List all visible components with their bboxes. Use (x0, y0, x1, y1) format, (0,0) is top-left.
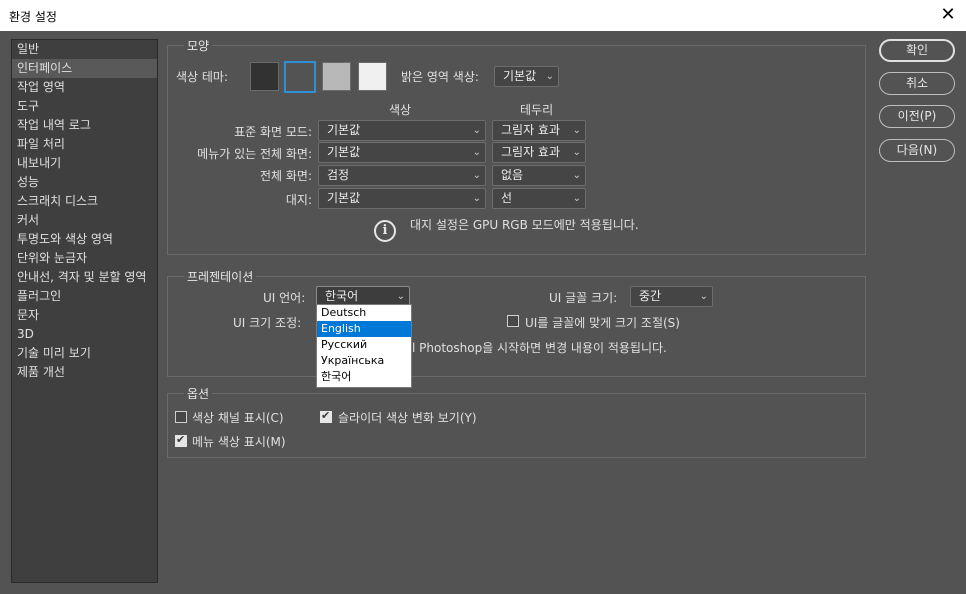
cancel-button[interactable]: 취소 (879, 72, 955, 95)
title-bar: 환경 설정 ✕ (0, 0, 966, 31)
highlight-color-select[interactable]: 기본값 ⌄ (494, 66, 559, 87)
sidebar-item[interactable]: 3D (12, 325, 157, 344)
fullscreen-menu-color-select[interactable]: 기본값 ⌄ (318, 142, 486, 163)
screen-mode-label: 표준 화면 모드: (234, 125, 312, 139)
category-list: 일반 인터페이스 작업 영역 도구 작업 내역 로그 파일 처리 내보내기 성능 스크래치 디스… (11, 39, 158, 583)
sidebar-item[interactable]: 제품 개선 (12, 363, 157, 382)
highlight-color-label: 밝은 영역 색상: (401, 70, 479, 84)
ui-language-dropdown-list: Deutsch English Русский Українська 한국어 (316, 304, 412, 388)
chevron-down-icon: ⌄ (472, 170, 481, 181)
artboard-label: 대지: (285, 193, 312, 207)
chevron-down-icon: ⌄ (472, 193, 481, 204)
ui-font-size-value: 중간 (639, 289, 662, 303)
theme-swatch-lightest[interactable] (358, 62, 387, 91)
ui-language-option[interactable]: 한국어 (317, 369, 411, 385)
sidebar-item[interactable]: 인터페이스 (12, 59, 157, 78)
sidebar-item[interactable]: 커서 (12, 211, 157, 230)
chevron-down-icon: ⌄ (572, 170, 581, 181)
sidebar-item[interactable]: 작업 영역 (12, 78, 157, 97)
fullscreen-menu-label: 메뉴가 있는 전체 화면: (197, 147, 312, 161)
screen-mode-color-value: 기본값 (327, 123, 361, 137)
chevron-down-icon: ⌄ (572, 125, 581, 136)
chevron-down-icon: ⌄ (572, 147, 581, 158)
fullscreen-color-select[interactable]: 검정 ⌄ (318, 165, 486, 186)
sidebar-item[interactable]: 문자 (12, 306, 157, 325)
ui-scaling-label: UI 크기 조정: (233, 316, 302, 330)
presentation-legend: 프레젠테이션 (184, 268, 257, 285)
sidebar-item[interactable]: 파일 처리 (12, 135, 157, 154)
sidebar-item[interactable]: 작업 내역 로그 (12, 116, 157, 135)
sidebar-item[interactable]: 일반 (12, 40, 157, 59)
ui-language-option[interactable]: Українська (317, 353, 411, 369)
artboard-border-select[interactable]: 선 ⌄ (492, 188, 586, 209)
sidebar-item[interactable]: 단위와 눈금자 (12, 249, 157, 268)
fullscreen-border-select[interactable]: 없음 ⌄ (492, 165, 586, 186)
artboard-color-value: 기본값 (327, 191, 361, 205)
column-header-color: 색상 (389, 103, 412, 117)
artboard-info-text: 대지 설정은 GPU RGB 모드에만 적용됩니다. (410, 218, 639, 232)
sidebar-item[interactable]: 플러그인 (12, 287, 157, 306)
chevron-down-icon: ⌄ (572, 193, 581, 204)
info-icon: i (374, 220, 396, 242)
sidebar-item[interactable]: 투명도와 색상 영역 (12, 230, 157, 249)
theme-swatch-light[interactable] (322, 62, 351, 91)
slider-colors-label[interactable]: 슬라이더 색상 변화 보기(Y) (338, 409, 477, 426)
theme-swatch-dark[interactable] (284, 61, 316, 93)
fullscreen-border-value: 없음 (501, 168, 524, 182)
ui-font-size-select[interactable]: 중간 ⌄ (630, 286, 713, 307)
show-channels-label[interactable]: 색상 채널 표시(C) (192, 409, 284, 426)
chevron-down-icon: ⌄ (472, 125, 481, 136)
ui-language-value: 한국어 (325, 289, 359, 303)
ui-language-option[interactable]: English (317, 321, 411, 337)
scale-to-font-label[interactable]: UI를 글꼴에 맞게 크기 조절(S) (525, 314, 680, 331)
sidebar-item[interactable]: 도구 (12, 97, 157, 116)
sidebar-item[interactable]: 안내선, 격자 및 분할 영역 (12, 268, 157, 287)
highlight-color-value: 기본값 (503, 69, 537, 83)
screen-mode-border-value: 그림자 효과 (501, 123, 561, 137)
column-header-border: 테두리 (520, 103, 554, 117)
fullscreen-menu-border-select[interactable]: 그림자 효과 ⌄ (492, 142, 586, 163)
restart-note: l Photoshop을 시작하면 변경 내용이 적용됩니다. (412, 341, 667, 355)
chevron-down-icon: ⌄ (472, 147, 481, 158)
artboard-color-select[interactable]: 기본값 ⌄ (318, 188, 486, 209)
color-theme-label: 색상 테마: (176, 70, 229, 84)
show-channels-checkbox[interactable] (175, 411, 187, 423)
sidebar-item[interactable]: 내보내기 (12, 154, 157, 173)
slider-colors-checkbox[interactable] (320, 409, 332, 423)
ui-font-size-label: UI 글꼴 크기: (549, 291, 618, 305)
scale-to-font-checkbox[interactable] (507, 315, 519, 327)
options-legend: 옵션 (184, 385, 213, 402)
window-title: 환경 설정 (9, 10, 57, 24)
artboard-border-value: 선 (501, 191, 513, 205)
sidebar-item[interactable]: 성능 (12, 173, 157, 192)
ui-language-option[interactable]: Русский (317, 337, 411, 353)
ui-language-label: UI 언어: (263, 291, 306, 305)
appearance-legend: 모양 (184, 37, 213, 54)
theme-swatch-darkest[interactable] (250, 62, 279, 91)
prev-button[interactable]: 이전(P) (879, 105, 955, 128)
sidebar-item[interactable]: 기술 미리 보기 (12, 344, 157, 363)
chevron-down-icon: ⌄ (545, 71, 554, 82)
ok-button[interactable]: 확인 (879, 39, 955, 62)
chevron-down-icon: ⌄ (699, 291, 708, 302)
menu-colors-checkbox[interactable] (175, 433, 187, 447)
screen-mode-color-select[interactable]: 기본값 ⌄ (318, 120, 486, 141)
close-icon[interactable]: ✕ (936, 3, 960, 27)
fullscreen-color-value: 검정 (327, 168, 350, 182)
fullscreen-label: 전체 화면: (259, 169, 312, 183)
fullscreen-menu-color-value: 기본값 (327, 145, 361, 159)
fullscreen-menu-border-value: 그림자 효과 (501, 145, 561, 159)
menu-colors-label[interactable]: 메뉴 색상 표시(M) (192, 433, 286, 450)
sidebar-item[interactable]: 스크래치 디스크 (12, 192, 157, 211)
ui-language-option[interactable]: Deutsch (317, 305, 411, 321)
next-button[interactable]: 다음(N) (879, 139, 955, 162)
screen-mode-border-select[interactable]: 그림자 효과 ⌄ (492, 120, 586, 141)
